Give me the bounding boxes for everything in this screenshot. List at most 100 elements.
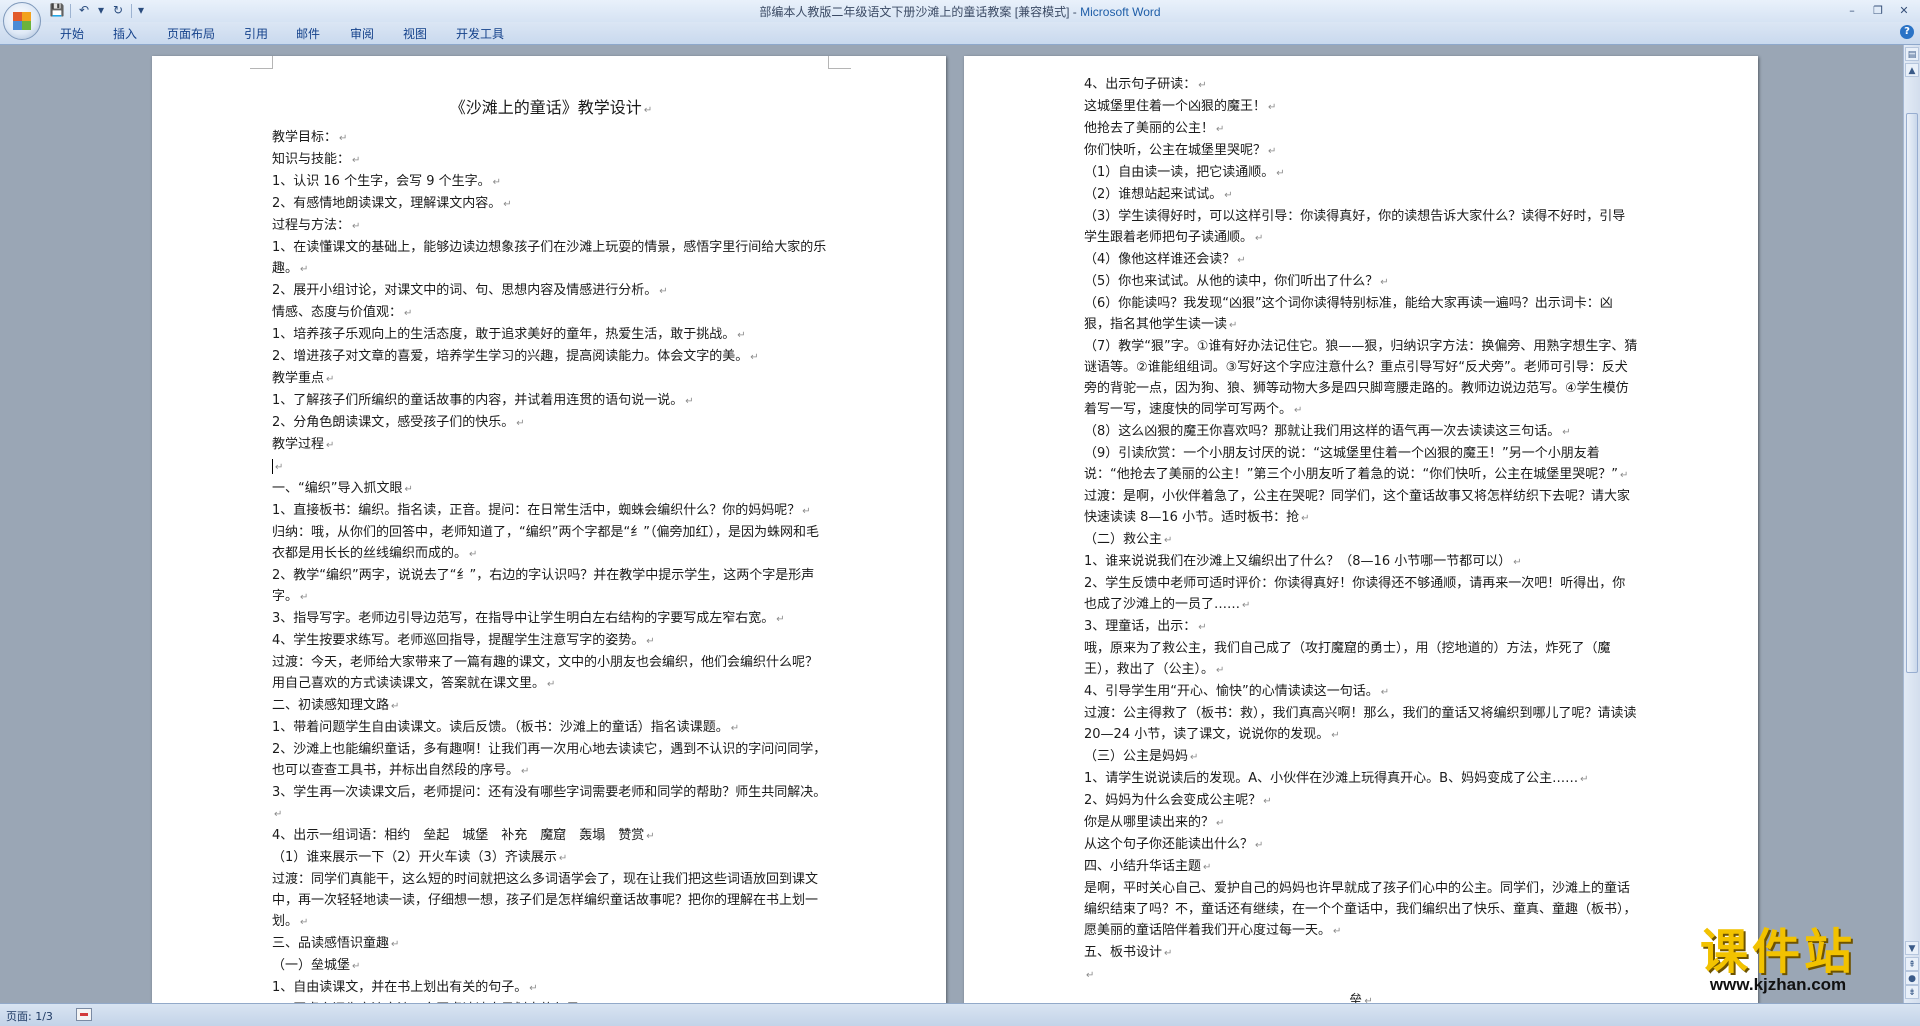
office-button[interactable]: [3, 2, 41, 40]
paragraph: 1、了解孩子们所编织的童话故事的内容，并试着用连贯的语句说一说。: [272, 390, 830, 412]
paragraph: 四、小结升华话主题: [1084, 856, 1638, 878]
tab-review[interactable]: 审阅: [350, 25, 374, 42]
next-page-icon[interactable]: ⇟: [1905, 985, 1919, 999]
paragraph: 过渡：是啊，小伙伴着急了，公主在哭呢？同学们，这个童话故事又将怎样纺织下去呢？请…: [1084, 486, 1638, 529]
paragraph: （三）公主是妈妈: [1084, 746, 1638, 768]
paragraph: 教学过程: [272, 434, 830, 456]
paragraph: （1）谁来展示一下（2）开火车读（3）齐读展示: [272, 847, 830, 869]
paragraph: 知识与技能：: [272, 149, 830, 171]
paragraph: （1）自由读一读，把它读通顺。: [1084, 162, 1638, 184]
tab-page-layout[interactable]: 页面布局: [167, 25, 215, 42]
margin-corner-mark: [828, 56, 851, 69]
paragraph: 三、品读感悟识童趣: [272, 933, 830, 955]
help-icon[interactable]: ?: [1900, 25, 1914, 39]
paragraph: 1、请学生说说读后的发现。A、小伙伴在沙滩上玩得真开心。B、妈妈变成了公主……: [1084, 768, 1638, 790]
paragraph: 2、妈妈为什么会变成公主呢？: [1084, 790, 1638, 812]
tab-references[interactable]: 引用: [244, 25, 268, 42]
board-design-character: 垒: [1084, 990, 1638, 1003]
tab-developer[interactable]: 开发工具: [456, 25, 504, 42]
paragraph: 1、自由读课文，并在书上划出有关的句子。: [272, 977, 830, 999]
paragraph: 教学目标：: [272, 127, 830, 149]
paragraph: 2、教学“编织”两字，说说去了“纟”，右边的字认识吗？并在教学中提示学生，这两个…: [272, 565, 830, 608]
title-separator: -: [1069, 5, 1081, 19]
paragraph: [272, 456, 830, 478]
close-button[interactable]: ✕: [1892, 2, 1916, 19]
paragraph: 1、谁来说说我们在沙滩上又编织出了什么？（8—16 小节哪一节都可以）: [1084, 551, 1638, 573]
paragraph: 这城堡里住着一个凶狠的魔王！: [1084, 96, 1638, 118]
paragraph: 1、在读懂课文的基础上，能够边读边想象孩子们在沙滩上玩耍的情景，感悟字里行间给大…: [272, 237, 830, 280]
window-controls: – ❐ ✕: [1840, 2, 1916, 19]
watermark-url: www.kjzhan.com: [1709, 975, 1847, 994]
browse-object-icon[interactable]: ●: [1905, 971, 1919, 985]
vertical-scrollbar[interactable]: ▤ ▲ ▼ ⇞ ● ⇟: [1903, 45, 1920, 1003]
paragraph: （7）教学“狠”字。①谁有好办法记住它。狼——狠，归纳识字方法：换偏旁、用熟字想…: [1084, 336, 1638, 421]
paragraph: [1084, 964, 1638, 986]
paragraph: 1、带着问题学生自由读课文。读后反馈。（板书：沙滩上的童话）指名读课题。: [272, 717, 830, 739]
scroll-thumb[interactable]: [1906, 113, 1918, 673]
paragraph: 1、认识 16 个生字，会写 9 个生字。: [272, 171, 830, 193]
page-1-text: 《沙滩上的童话》教学设计 教学目标：知识与技能：1、认识 16 个生字，会写 9…: [272, 94, 830, 1003]
paragraph: 过渡：今天，老师给大家带来了一篇有趣的课文，文中的小朋友也会编织，他们会编织什么…: [272, 652, 830, 695]
paragraph: 2、展开小组讨论，对课文中的词、句、思想内容及情感进行分析。: [272, 280, 830, 302]
paragraph: 过程与方法：: [272, 215, 830, 237]
paragraph: 哦，原来为了救公主，我们自己成了（攻打魔窟的勇士），用（挖地道的）方法，炸死了（…: [1084, 638, 1638, 681]
title-bar: 💾 ↶ ▾ ↻ ▾ 部编本人教版二年级语文下册沙滩上的童话教案 [兼容模式] -…: [0, 0, 1920, 40]
restore-button[interactable]: ❐: [1866, 2, 1890, 19]
document-page-1[interactable]: 《沙滩上的童话》教学设计 教学目标：知识与技能：1、认识 16 个生字，会写 9…: [152, 56, 946, 1003]
paragraph: 2、分角色朗读课文，感受孩子们的快乐。: [272, 412, 830, 434]
paragraph: （4）像他这样谁还会读？: [1084, 249, 1638, 271]
tab-view[interactable]: 视图: [403, 25, 427, 42]
paragraph: 过渡：公主得救了（板书：救），我们真高兴啊！那么，我们的童话又将编织到哪儿了呢？…: [1084, 703, 1638, 746]
paragraph: 4、学生按要求练写。老师巡回指导，提醒学生注意写字的姿势。: [272, 630, 830, 652]
scroll-up-icon[interactable]: ▲: [1905, 63, 1919, 77]
paragraph: 你们快听，公主在城堡里哭呢？: [1084, 140, 1638, 162]
paragraph: 一、“编织”导入抓文眼: [272, 478, 830, 500]
office-logo-icon: [13, 12, 31, 30]
document-workspace: 《沙滩上的童话》教学设计 教学目标：知识与技能：1、认识 16 个生字，会写 9…: [0, 45, 1904, 1003]
paragraph: 1、培养孩子乐观向上的生活态度，敢于追求美好的童年，热爱生活，敢于挑战。: [272, 324, 830, 346]
paragraph: 4、引导学生用“开心、愉快”的心情读读这一句话。: [1084, 681, 1638, 703]
page-2-text: 4、出示句子研读：这城堡里住着一个凶狠的魔王！他抢去了美丽的公主！你们快听，公主…: [1084, 74, 1638, 1003]
text-cursor: [272, 459, 273, 474]
tab-insert[interactable]: 插入: [113, 25, 137, 42]
margin-corner-mark: [250, 56, 273, 69]
paragraph: 2、沙滩上也能编织童话，多有趣啊！让我们再一次用心地去读读它，遇到不认识的字问问…: [272, 739, 830, 782]
paragraph: （8）这么凶狠的魔王你喜欢吗？那就让我们用这样的语气再一次去读读这三句话。: [1084, 421, 1638, 443]
paragraph: （3）学生读得好时，可以这样引导：你读得真好，你的读想告诉大家什么？读得不好时，…: [1084, 206, 1638, 249]
paragraph: 情感、态度与价值观：: [272, 302, 830, 324]
watermark-title: 课件站: [1699, 924, 1856, 980]
window-title: 部编本人教版二年级语文下册沙滩上的童话教案 [兼容模式] - Microsoft…: [0, 3, 1920, 20]
paragraph: 归纳：哦，从你们的回答中，老师知道了，“编织”两个字都是“纟”（偏旁加红），是因…: [272, 522, 830, 565]
paragraph: （一）垒城堡: [272, 955, 830, 977]
paragraph: （5）你也来试试。从他的读中，你们听出了什么？: [1084, 271, 1638, 293]
ruler-toggle-icon[interactable]: ▤: [1905, 47, 1919, 61]
page-count[interactable]: 页面: 1/3: [6, 1008, 53, 1024]
tab-mailings[interactable]: 邮件: [296, 25, 320, 42]
ribbon-tabs: 开始 插入 页面布局 引用 邮件 审阅 视图 开发工具 ?: [0, 22, 1920, 45]
status-bar: 页面: 1/3: [0, 1003, 1920, 1026]
previous-page-icon[interactable]: ⇞: [1905, 957, 1919, 971]
tab-home[interactable]: 开始: [60, 25, 84, 42]
paragraph: 他抢去了美丽的公主！: [1084, 118, 1638, 140]
paragraph: 五、板书设计: [1084, 942, 1638, 964]
paragraph: 3、理童话，出示：: [1084, 616, 1638, 638]
paragraph: 教学重点: [272, 368, 830, 390]
paragraph: 4、出示一组词语：相约 垒起 城堡 补充 魔窟 轰塌 赞赏: [272, 825, 830, 847]
paragraph: 2、学生反馈中老师可适时评价：你读得真好！你读得还不够通顺，请再来一次吧！听得出…: [1084, 573, 1638, 616]
scroll-down-icon[interactable]: ▼: [1905, 941, 1919, 955]
paragraph: （9）引读欣赏：一个小朋友讨厌的说：“这城堡里住着一个凶狠的魔王！”另一个小朋友…: [1084, 443, 1638, 486]
paragraph: 你是从哪里读出来的？: [1084, 812, 1638, 834]
paragraph: 4、出示句子研读：: [1084, 74, 1638, 96]
site-watermark: 课件站 www.kjzhan.com: [1658, 925, 1898, 995]
paragraph: 1、直接板书：编织。指名读，正音。提问：在日常生活中，蜘蛛会编织什么？你的妈妈呢…: [272, 500, 830, 522]
paragraph: 3、学生再一次读课文后，老师提问：还有没有哪些字词需要老师和同学的帮助？师生共同…: [272, 782, 830, 825]
paragraph: 是啊，平时关心自己、爱护自己的妈妈也许早就成了孩子们心中的公主。同学们，沙滩上的…: [1084, 878, 1638, 942]
paragraph: 2、增进孩子对文章的喜爱，培养学生学习的兴趣，提高阅读能力。体会文字的美。: [272, 346, 830, 368]
paragraph: 从这个句子你还能读出什么？: [1084, 834, 1638, 856]
document-name: 部编本人教版二年级语文下册沙滩上的童话教案 [兼容模式]: [759, 5, 1070, 19]
minimize-button[interactable]: –: [1840, 2, 1864, 19]
proofing-icon[interactable]: [76, 1008, 92, 1021]
paragraph: （二）救公主: [1084, 529, 1638, 551]
document-page-2[interactable]: 4、出示句子研读：这城堡里住着一个凶狠的魔王！他抢去了美丽的公主！你们快听，公主…: [964, 56, 1758, 1003]
paragraph: （2）谁想站起来试试。: [1084, 184, 1638, 206]
